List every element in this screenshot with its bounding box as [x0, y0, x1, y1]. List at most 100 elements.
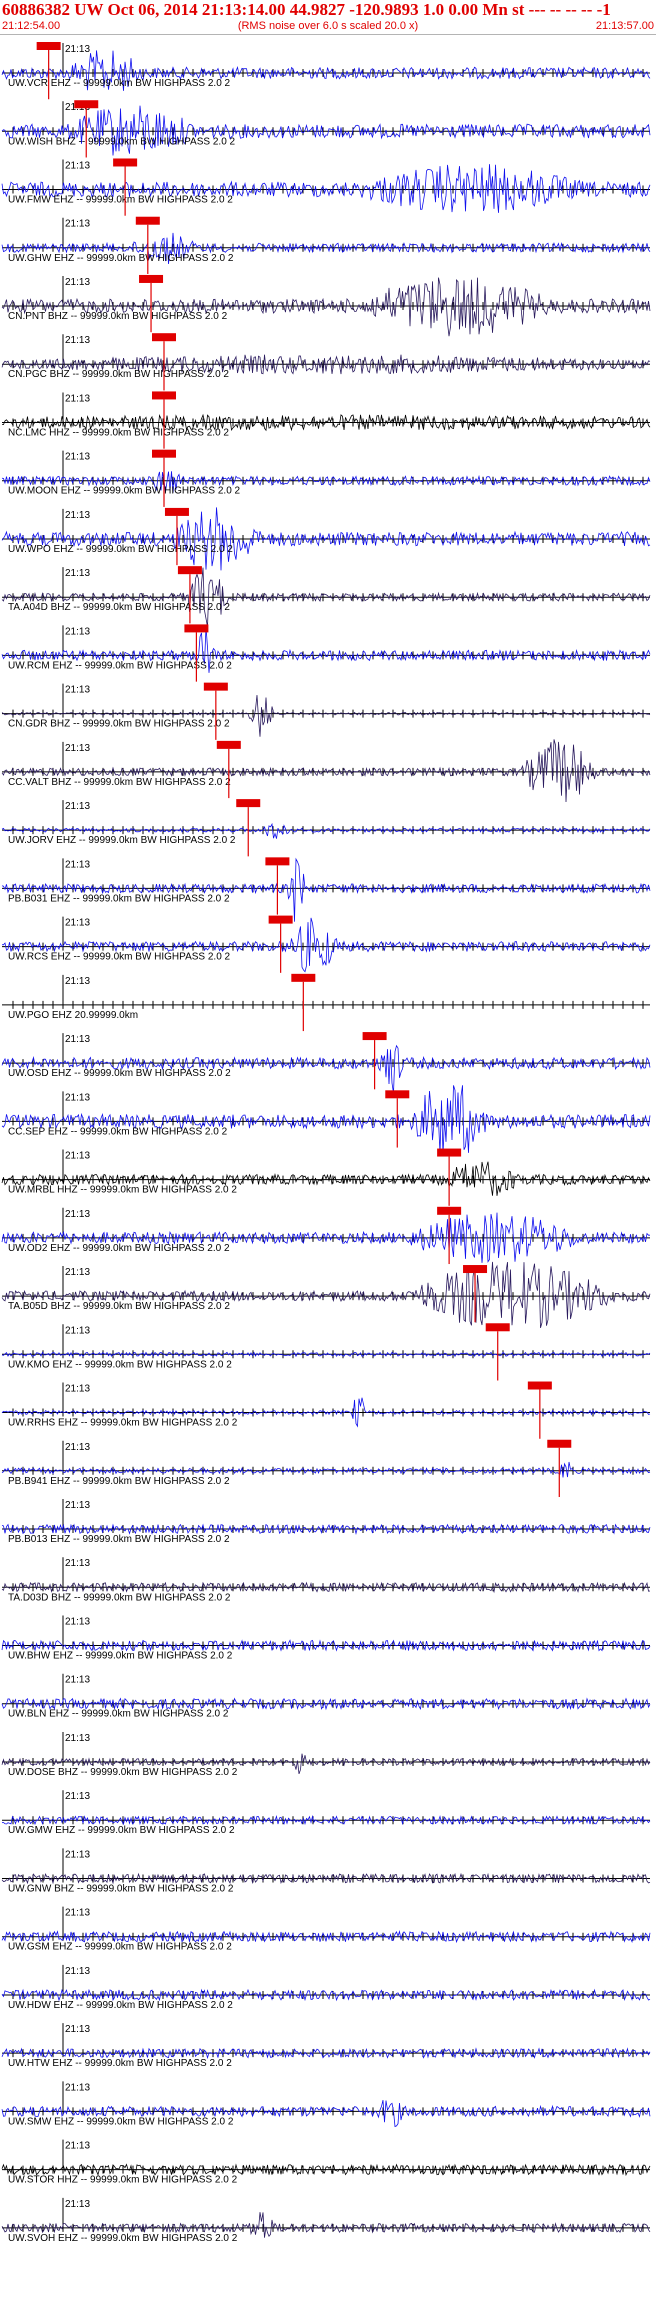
channel-label: PB.B941 EHZ -- 99999.0km BW HIGHPASS 2.0… [8, 1476, 230, 1487]
channel-label: UW.FMW EHZ -- 99999.0km BW HIGHPASS 2.0 … [8, 195, 233, 206]
minute-label: 21:13 [65, 219, 90, 230]
minute-label: 21:13 [65, 1325, 90, 1336]
trace-row: 21:13 UW.WPO EHZ -- 99999.0km BW HIGHPASS… [1, 507, 651, 571]
channel-label: CC.VALT BHZ -- 99999.0km BW HIGHPASS 2.0… [8, 777, 231, 788]
phase-pick-box [437, 1206, 462, 1215]
trace-row: 21:13 PB.B013 EHZ -- 99999.0km BW HIGHPAS… [1, 1498, 651, 1545]
minute-label: 21:13 [65, 2024, 90, 2035]
channel-label: UW.OSD EHZ -- 99999.0km BW HIGHPASS 2.0 … [8, 1068, 231, 1079]
event-title: 60886382 UW Oct 06, 2014 21:13:14.00 44.… [2, 0, 611, 19]
channel-label: CN.GDR BHZ -- 99999.0km BW HIGHPASS 2.0 … [8, 719, 230, 730]
trace-row: 21:13 UW.GNW BHZ -- 99999.0km BW HIGHPASS… [1, 1848, 651, 1894]
phase-pick-box [547, 1439, 572, 1448]
phase-pick-box [177, 566, 202, 575]
trace-row: 21:13 UW.GMW EHZ -- 99999.0km BW HIGHPASS… [1, 1790, 651, 1836]
channel-label: UW.PGO EHZ 20.99999.0km [8, 1010, 138, 1021]
minute-label: 21:13 [65, 1267, 90, 1278]
minute-label: 21:13 [65, 1558, 90, 1569]
channel-label: UW.GMW EHZ -- 99999.0km BW HIGHPASS 2.0 … [8, 1825, 235, 1836]
trace-row: 21:13 UW.RCM EHZ -- 99999.0km BW HIGHPASS… [1, 624, 651, 682]
phase-pick-box [135, 216, 160, 225]
phase-pick-box [216, 740, 241, 749]
trace-row: 21:13 UW.RCS EHZ -- 99999.0km BW HIGHPASS… [1, 915, 651, 973]
phase-pick-box [485, 1323, 510, 1332]
minute-label: 21:13 [65, 1675, 90, 1686]
phase-pick-box [385, 1090, 410, 1099]
channel-label: CC.SEP EHZ -- 99999.0km BW HIGHPASS 2.0 … [8, 1126, 228, 1137]
trace-row: 21:13 UW.PGO EHZ 20.99999.0km [2, 973, 650, 1032]
phase-pick-box [113, 158, 138, 167]
trace-row: 21:13 CN.GDR BHZ -- 99999.0km BW HIGHPASS… [1, 682, 651, 740]
minute-label: 21:13 [65, 393, 90, 404]
phase-pick-box [527, 1381, 552, 1390]
channel-label: UW.WPO EHZ -- 99999.0km BW HIGHPASS 2.0 … [8, 544, 233, 555]
minute-label: 21:13 [65, 1733, 90, 1744]
trace-row: 21:13 TA.B05D BHZ -- 99999.0km BW HIGHPAS… [1, 1261, 651, 1329]
minute-label: 21:13 [65, 1442, 90, 1453]
channel-label: UW.GNW BHZ -- 99999.0km BW HIGHPASS 2.0 … [8, 1883, 234, 1894]
channel-label: UW.GHW EHZ -- 99999.0km BW HIGHPASS 2.0 … [8, 253, 234, 264]
minute-label: 21:13 [65, 2141, 90, 2152]
trace-row: 21:13 UW.VCR EHZ -- 99999.0km BW HIGHPASS… [1, 42, 651, 100]
trace-row: 21:13 UW.OD2 EHZ -- 99999.0km BW HIGHPASS… [1, 1206, 650, 1265]
minute-label: 21:13 [65, 1151, 90, 1162]
phase-pick-box [437, 1148, 462, 1157]
trace-row: 21:13 UW.HDW EHZ -- 99999.0km BW HIGHPASS… [1, 1964, 651, 2011]
waveform-series [1, 739, 651, 803]
channel-label: UW.WISH BHZ -- 99999.0km BW HIGHPASS 2.0… [8, 136, 236, 147]
minute-label: 21:13 [65, 1966, 90, 1977]
trace-row: 21:13 UW.DOSE BHZ -- 99999.0km BW HIGHPAS… [1, 1731, 651, 1778]
minute-label: 21:13 [65, 2199, 90, 2210]
minute-label: 21:13 [65, 1209, 90, 1220]
trace-row: 21:13 UW.JORV EHZ -- 99999.0km BW HIGHPAS… [1, 799, 651, 857]
trace-row: 21:13 PB.B941 EHZ -- 99999.0km BW HIGHPAS… [1, 1439, 651, 1497]
trace-row: 21:13 TA.A04D BHZ -- 99999.0km BW HIGHPAS… [1, 566, 651, 627]
channel-label: UW.SVOH EHZ -- 99999.0km BW HIGHPASS 2.0… [8, 2233, 238, 2244]
trace-row: 21:13 CC.SEP EHZ -- 99999.0km BW HIGHPASS… [1, 1085, 651, 1155]
phase-pick-box [152, 449, 176, 458]
minute-label: 21:13 [65, 1616, 90, 1627]
trace-row: 21:13 UW.MRBL HHZ -- 99999.0km BW HIGHPAS… [1, 1148, 651, 1206]
minute-label: 21:13 [65, 1034, 90, 1045]
channel-label: UW.VCR EHZ -- 99999.0km BW HIGHPASS 2.0 … [8, 78, 231, 89]
trace-row: 21:13 UW.FMW EHZ -- 99999.0km BW HIGHPASS… [1, 158, 651, 216]
trace-row: 21:13 PB.B031 EHZ -- 99999.0km BW HIGHPAS… [1, 857, 651, 922]
minute-label: 21:13 [65, 626, 90, 637]
trace-row: 21:13 CC.VALT BHZ -- 99999.0km BW HIGHPAS… [1, 739, 651, 803]
minute-label: 21:13 [65, 1908, 90, 1919]
plot-header: 60886382 UW Oct 06, 2014 21:13:14.00 44.… [0, 0, 656, 36]
channel-label: PB.B031 EHZ -- 99999.0km BW HIGHPASS 2.0… [8, 893, 230, 904]
trace-row: 21:13 UW.SMW EHZ -- 99999.0km BW HIGHPASS… [1, 2081, 651, 2127]
channel-label: UW.MRBL HHZ -- 99999.0km BW HIGHPASS 2.0… [8, 1185, 237, 1196]
channel-label: CN.PNT BHZ -- 99999.0km BW HIGHPASS 2.0 … [8, 311, 228, 322]
minute-label: 21:13 [65, 801, 90, 812]
channel-label: UW.RRHS EHZ -- 99999.0km BW HIGHPASS 2.0… [8, 1418, 238, 1429]
channel-label: PB.B013 EHZ -- 99999.0km BW HIGHPASS 2.0… [8, 1534, 230, 1545]
channel-label: UW.JORV EHZ -- 99999.0km BW HIGHPASS 2.0… [8, 835, 236, 846]
channel-label: UW.BLN EHZ -- 99999.0km BW HIGHPASS 2.0 … [8, 1709, 229, 1720]
phase-pick-box [203, 682, 228, 691]
channel-label: UW.KMO EHZ -- 99999.0km BW HIGHPASS 2.0 … [8, 1359, 232, 1370]
phase-pick-box [265, 857, 290, 866]
trace-row: 21:13 UW.SVOH EHZ -- 99999.0km BW HIGHPAS… [1, 2197, 651, 2244]
trace-row: 21:13 UW.MOON EHZ -- 99999.0km BW HIGHPAS… [1, 449, 651, 507]
phase-pick-box [164, 507, 189, 516]
minute-label: 21:13 [65, 976, 90, 987]
minute-label: 21:13 [65, 2082, 90, 2093]
minute-label: 21:13 [65, 1092, 90, 1103]
channel-label: CN.PGC BHZ -- 99999.0km BW HIGHPASS 2.0 … [8, 369, 229, 380]
channel-label: TA.A04D BHZ -- 99999.0km BW HIGHPASS 2.0… [8, 602, 230, 613]
channel-label: UW.RCS EHZ -- 99999.0km BW HIGHPASS 2.0 … [8, 952, 231, 963]
minute-label: 21:13 [65, 510, 90, 521]
channel-label: UW.RCM EHZ -- 99999.0km BW HIGHPASS 2.0 … [8, 660, 232, 671]
phase-pick-box [139, 274, 164, 283]
phase-pick-box [184, 624, 209, 633]
trace-row: 21:13 UW.STOR HHZ -- 99999.0km BW HIGHPAS… [1, 2139, 651, 2186]
phase-pick-box [268, 915, 293, 924]
channel-label: UW.OD2 EHZ -- 99999.0km BW HIGHPASS 2.0 … [8, 1243, 230, 1254]
trace-row: 21:13 UW.OSD EHZ -- 99999.0km BW HIGHPASS… [1, 1032, 651, 1094]
minute-label: 21:13 [65, 1384, 90, 1395]
channel-label: UW.DOSE BHZ -- 99999.0km BW HIGHPASS 2.0… [8, 1767, 238, 1778]
phase-pick-box [463, 1265, 488, 1274]
minute-label: 21:13 [65, 685, 90, 696]
